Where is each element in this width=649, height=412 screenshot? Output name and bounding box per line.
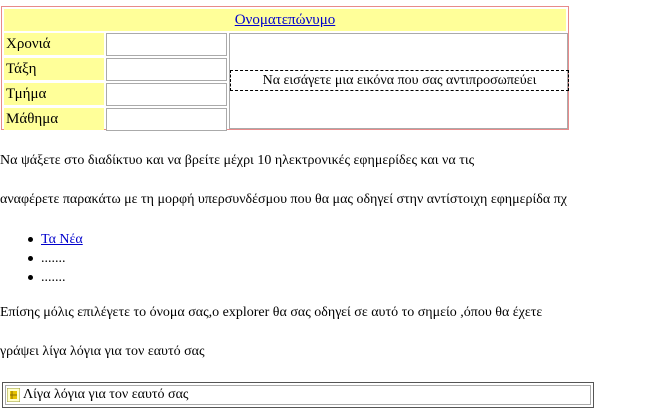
instructions-line-2: αναφέρετε παρακάτω με τη μορφή υπερσυνδέ… xyxy=(0,192,567,207)
fullname-link[interactable]: Ονοματεπώνυμο xyxy=(235,12,336,28)
student-info-table: Ονοματεπώνυμο Χρονιά Τάξη Τμήμα Μάθημα Ν… xyxy=(1,6,569,131)
year-field[interactable] xyxy=(106,33,227,56)
list-item: ....... xyxy=(28,249,83,268)
image-cell[interactable]: Να εισάγετε μια εικόνα που σας αντιπροσω… xyxy=(229,33,569,129)
newspaper-link-ta-nea[interactable]: Τα Νέα xyxy=(41,232,83,247)
about-yourself-text: Λίγα λόγια για τον εαυτό σας xyxy=(23,387,189,402)
about-yourself-box[interactable]: Λίγα λόγια για τον εαυτό σας xyxy=(2,382,594,408)
bullet-icon xyxy=(28,275,33,280)
about-yourself-inner[interactable]: Λίγα λόγια για τον εαυτό σας xyxy=(5,385,591,405)
instructions-line-1: Να ψάξετε στο διαδίκτυο και να βρείτε μέ… xyxy=(0,153,475,168)
image-placeholder-text[interactable]: Να εισάγετε μια εικόνα που σας αντιπροσω… xyxy=(230,70,569,91)
bullet-icon xyxy=(28,256,33,261)
student-info-table-inner: Ονοματεπώνυμο Χρονιά Τάξη Τμήμα Μάθημα Ν… xyxy=(4,9,569,131)
bullet-icon xyxy=(28,237,33,242)
subject-field[interactable] xyxy=(106,108,227,131)
list-item: ....... xyxy=(28,268,83,287)
about-note-line-2: γράψει λίγα λόγια για τον εαυτό σας xyxy=(0,344,205,359)
label-subject: Μάθημα xyxy=(4,108,104,130)
newspaper-list: Τα Νέα ....... ....... xyxy=(28,230,83,287)
list-item-placeholder: ....... xyxy=(41,251,66,266)
label-year: Χρονιά xyxy=(4,33,104,55)
title-row: Ονοματεπώνυμο xyxy=(4,9,566,31)
list-item-placeholder: ....... xyxy=(41,270,66,285)
section-field[interactable] xyxy=(106,83,227,106)
document-page: Ονοματεπώνυμο Χρονιά Τάξη Τμήμα Μάθημα Ν… xyxy=(0,0,649,412)
label-section: Τμήμα xyxy=(4,83,104,105)
anchor-marker-icon xyxy=(7,388,20,402)
list-item: Τα Νέα xyxy=(28,230,83,249)
label-grade: Τάξη xyxy=(4,58,104,80)
grade-field[interactable] xyxy=(106,58,227,81)
about-note-line-1: Επίσης μόλις επιλέγετε το όνομα σας,ο ex… xyxy=(0,305,543,320)
